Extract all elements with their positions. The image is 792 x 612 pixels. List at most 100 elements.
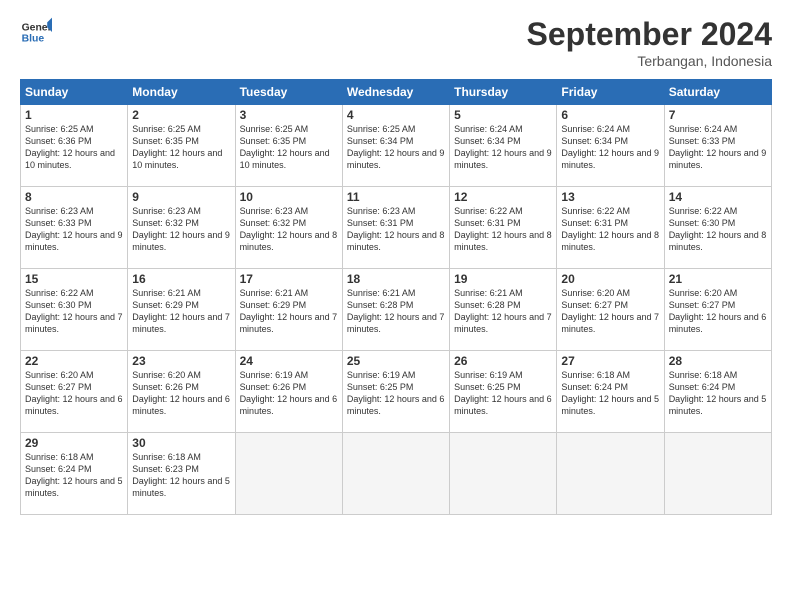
cell-info: Sunrise: 6:19 AMSunset: 6:26 PMDaylight:… [240, 369, 338, 418]
day-number: 6 [561, 108, 659, 122]
cell-info: Sunrise: 6:23 AMSunset: 6:32 PMDaylight:… [240, 205, 338, 254]
day-number: 5 [454, 108, 552, 122]
calendar-week-row: 8Sunrise: 6:23 AMSunset: 6:33 PMDaylight… [21, 187, 772, 269]
day-number: 24 [240, 354, 338, 368]
calendar-cell: 27Sunrise: 6:18 AMSunset: 6:24 PMDayligh… [557, 351, 664, 433]
cell-info: Sunrise: 6:21 AMSunset: 6:28 PMDaylight:… [347, 287, 445, 336]
day-number: 8 [25, 190, 123, 204]
cell-info: Sunrise: 6:23 AMSunset: 6:31 PMDaylight:… [347, 205, 445, 254]
calendar-cell [450, 433, 557, 515]
svg-text:Blue: Blue [22, 34, 45, 45]
calendar-cell: 20Sunrise: 6:20 AMSunset: 6:27 PMDayligh… [557, 269, 664, 351]
calendar-cell: 19Sunrise: 6:21 AMSunset: 6:28 PMDayligh… [450, 269, 557, 351]
calendar-cell: 15Sunrise: 6:22 AMSunset: 6:30 PMDayligh… [21, 269, 128, 351]
day-of-week-header: Thursday [450, 80, 557, 105]
calendar-cell: 7Sunrise: 6:24 AMSunset: 6:33 PMDaylight… [664, 105, 771, 187]
calendar-cell: 4Sunrise: 6:25 AMSunset: 6:34 PMDaylight… [342, 105, 449, 187]
cell-info: Sunrise: 6:22 AMSunset: 6:30 PMDaylight:… [25, 287, 123, 336]
cell-info: Sunrise: 6:23 AMSunset: 6:32 PMDaylight:… [132, 205, 230, 254]
subtitle: Terbangan, Indonesia [527, 53, 772, 69]
calendar-cell: 30Sunrise: 6:18 AMSunset: 6:23 PMDayligh… [128, 433, 235, 515]
calendar-cell: 2Sunrise: 6:25 AMSunset: 6:35 PMDaylight… [128, 105, 235, 187]
calendar-cell: 13Sunrise: 6:22 AMSunset: 6:31 PMDayligh… [557, 187, 664, 269]
calendar-cell: 3Sunrise: 6:25 AMSunset: 6:35 PMDaylight… [235, 105, 342, 187]
cell-info: Sunrise: 6:25 AMSunset: 6:35 PMDaylight:… [240, 123, 338, 172]
day-number: 2 [132, 108, 230, 122]
day-of-week-header: Tuesday [235, 80, 342, 105]
calendar-cell: 16Sunrise: 6:21 AMSunset: 6:29 PMDayligh… [128, 269, 235, 351]
cell-info: Sunrise: 6:24 AMSunset: 6:34 PMDaylight:… [561, 123, 659, 172]
calendar-cell: 5Sunrise: 6:24 AMSunset: 6:34 PMDaylight… [450, 105, 557, 187]
day-number: 20 [561, 272, 659, 286]
cell-info: Sunrise: 6:18 AMSunset: 6:23 PMDaylight:… [132, 451, 230, 500]
day-number: 4 [347, 108, 445, 122]
calendar-cell: 8Sunrise: 6:23 AMSunset: 6:33 PMDaylight… [21, 187, 128, 269]
cell-info: Sunrise: 6:21 AMSunset: 6:28 PMDaylight:… [454, 287, 552, 336]
calendar-cell: 26Sunrise: 6:19 AMSunset: 6:25 PMDayligh… [450, 351, 557, 433]
calendar-cell: 22Sunrise: 6:20 AMSunset: 6:27 PMDayligh… [21, 351, 128, 433]
day-number: 18 [347, 272, 445, 286]
cell-info: Sunrise: 6:22 AMSunset: 6:30 PMDaylight:… [669, 205, 767, 254]
calendar-cell [342, 433, 449, 515]
calendar-cell: 9Sunrise: 6:23 AMSunset: 6:32 PMDaylight… [128, 187, 235, 269]
day-number: 19 [454, 272, 552, 286]
cell-info: Sunrise: 6:22 AMSunset: 6:31 PMDaylight:… [454, 205, 552, 254]
day-number: 3 [240, 108, 338, 122]
logo-icon: General Blue [20, 16, 52, 48]
calendar-cell: 25Sunrise: 6:19 AMSunset: 6:25 PMDayligh… [342, 351, 449, 433]
cell-info: Sunrise: 6:21 AMSunset: 6:29 PMDaylight:… [240, 287, 338, 336]
day-number: 14 [669, 190, 767, 204]
calendar-cell: 29Sunrise: 6:18 AMSunset: 6:24 PMDayligh… [21, 433, 128, 515]
day-number: 25 [347, 354, 445, 368]
cell-info: Sunrise: 6:21 AMSunset: 6:29 PMDaylight:… [132, 287, 230, 336]
calendar-cell: 28Sunrise: 6:18 AMSunset: 6:24 PMDayligh… [664, 351, 771, 433]
cell-info: Sunrise: 6:20 AMSunset: 6:27 PMDaylight:… [25, 369, 123, 418]
calendar-cell: 6Sunrise: 6:24 AMSunset: 6:34 PMDaylight… [557, 105, 664, 187]
calendar-cell: 10Sunrise: 6:23 AMSunset: 6:32 PMDayligh… [235, 187, 342, 269]
day-of-week-header: Friday [557, 80, 664, 105]
cell-info: Sunrise: 6:20 AMSunset: 6:27 PMDaylight:… [669, 287, 767, 336]
day-number: 1 [25, 108, 123, 122]
calendar-cell: 14Sunrise: 6:22 AMSunset: 6:30 PMDayligh… [664, 187, 771, 269]
calendar-cell: 12Sunrise: 6:22 AMSunset: 6:31 PMDayligh… [450, 187, 557, 269]
day-number: 26 [454, 354, 552, 368]
logo: General Blue [20, 16, 52, 48]
day-number: 28 [669, 354, 767, 368]
calendar-cell: 21Sunrise: 6:20 AMSunset: 6:27 PMDayligh… [664, 269, 771, 351]
calendar-week-row: 29Sunrise: 6:18 AMSunset: 6:24 PMDayligh… [21, 433, 772, 515]
header: General Blue September 2024 Terbangan, I… [20, 16, 772, 69]
day-number: 13 [561, 190, 659, 204]
calendar-week-row: 1Sunrise: 6:25 AMSunset: 6:36 PMDaylight… [21, 105, 772, 187]
calendar-week-row: 22Sunrise: 6:20 AMSunset: 6:27 PMDayligh… [21, 351, 772, 433]
day-number: 21 [669, 272, 767, 286]
calendar-cell: 17Sunrise: 6:21 AMSunset: 6:29 PMDayligh… [235, 269, 342, 351]
calendar-table: SundayMondayTuesdayWednesdayThursdayFrid… [20, 79, 772, 515]
cell-info: Sunrise: 6:25 AMSunset: 6:36 PMDaylight:… [25, 123, 123, 172]
day-number: 9 [132, 190, 230, 204]
page: General Blue September 2024 Terbangan, I… [0, 0, 792, 612]
cell-info: Sunrise: 6:18 AMSunset: 6:24 PMDaylight:… [669, 369, 767, 418]
cell-info: Sunrise: 6:23 AMSunset: 6:33 PMDaylight:… [25, 205, 123, 254]
calendar-cell: 1Sunrise: 6:25 AMSunset: 6:36 PMDaylight… [21, 105, 128, 187]
day-number: 7 [669, 108, 767, 122]
day-number: 16 [132, 272, 230, 286]
day-number: 11 [347, 190, 445, 204]
day-number: 30 [132, 436, 230, 450]
cell-info: Sunrise: 6:19 AMSunset: 6:25 PMDaylight:… [347, 369, 445, 418]
calendar-cell [235, 433, 342, 515]
calendar-header-row: SundayMondayTuesdayWednesdayThursdayFrid… [21, 80, 772, 105]
day-number: 15 [25, 272, 123, 286]
cell-info: Sunrise: 6:20 AMSunset: 6:27 PMDaylight:… [561, 287, 659, 336]
calendar-cell: 24Sunrise: 6:19 AMSunset: 6:26 PMDayligh… [235, 351, 342, 433]
month-title: September 2024 [527, 16, 772, 53]
calendar-week-row: 15Sunrise: 6:22 AMSunset: 6:30 PMDayligh… [21, 269, 772, 351]
cell-info: Sunrise: 6:25 AMSunset: 6:34 PMDaylight:… [347, 123, 445, 172]
day-number: 27 [561, 354, 659, 368]
cell-info: Sunrise: 6:22 AMSunset: 6:31 PMDaylight:… [561, 205, 659, 254]
calendar-cell: 23Sunrise: 6:20 AMSunset: 6:26 PMDayligh… [128, 351, 235, 433]
day-of-week-header: Sunday [21, 80, 128, 105]
cell-info: Sunrise: 6:24 AMSunset: 6:34 PMDaylight:… [454, 123, 552, 172]
cell-info: Sunrise: 6:18 AMSunset: 6:24 PMDaylight:… [25, 451, 123, 500]
cell-info: Sunrise: 6:24 AMSunset: 6:33 PMDaylight:… [669, 123, 767, 172]
calendar-cell [664, 433, 771, 515]
